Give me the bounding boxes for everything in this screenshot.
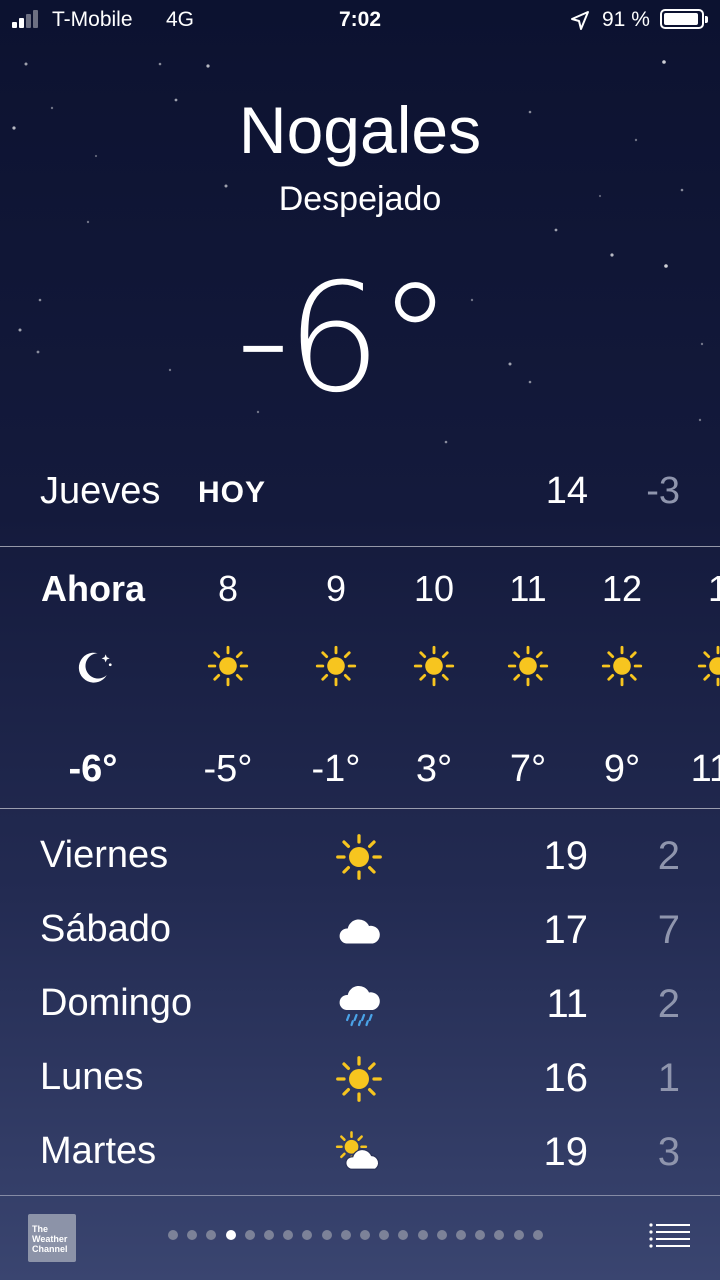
page-dot[interactable]	[264, 1230, 274, 1240]
page-dot[interactable]	[494, 1230, 505, 1240]
daily-low: 7	[657, 908, 680, 952]
daily-row: Viernes 19 2	[0, 828, 720, 902]
page-dot[interactable]	[436, 1230, 447, 1240]
page-dot[interactable]	[532, 1230, 543, 1240]
page-dot[interactable]	[283, 1230, 294, 1240]
hourly-time: 1	[707, 568, 720, 609]
sun-icon	[168, 644, 288, 704]
daily-high: 19	[543, 834, 589, 878]
location-arrow-icon	[571, 11, 589, 30]
page-dot[interactable]	[379, 1230, 390, 1240]
weather-channel-logo[interactable]: The Weather Channel	[28, 1214, 76, 1262]
sun-icon	[334, 1054, 388, 1104]
daily-low: 3	[657, 1130, 680, 1174]
daily-high: 11	[546, 982, 588, 1026]
daily-day-name: Sábado	[40, 908, 172, 950]
daily-row: Domingo 11 2	[0, 976, 720, 1050]
today-high: 14	[545, 470, 588, 512]
hourly-temperature: -6°	[68, 748, 118, 790]
daily-day-name: Domingo	[40, 982, 193, 1024]
page-dot[interactable]	[398, 1230, 409, 1240]
page-dot[interactable]	[321, 1230, 332, 1240]
hourly-item: 1 11°	[658, 568, 720, 791]
page-dot[interactable]	[475, 1230, 486, 1240]
hourly-item: Ahora -6°	[33, 568, 153, 791]
daily-low: 1	[657, 1056, 680, 1100]
divider-footer	[0, 1195, 720, 1196]
daily-low: 2	[657, 982, 680, 1026]
list-icon[interactable]	[648, 1222, 690, 1250]
daily-high: 19	[543, 1130, 589, 1174]
page-dot[interactable]	[168, 1230, 178, 1240]
page-dot[interactable]	[360, 1230, 370, 1240]
rain-cloud-icon	[334, 980, 388, 1030]
page-dot[interactable]	[187, 1230, 198, 1240]
cloud-icon	[334, 906, 388, 956]
today-tag: HOY	[198, 476, 267, 509]
page-dot[interactable]	[340, 1230, 351, 1240]
current-temperature: -6°	[236, 252, 453, 426]
hourly-time: Ahora	[40, 568, 145, 609]
page-dot[interactable]	[244, 1230, 255, 1240]
battery-icon	[660, 9, 708, 29]
sun-icon	[658, 644, 720, 704]
divider-bottom	[0, 808, 720, 809]
daily-row: Martes 19 3	[0, 1124, 720, 1198]
sun-icon	[334, 832, 388, 882]
daily-day-name: Viernes	[40, 834, 169, 876]
page-dot[interactable]	[225, 1230, 236, 1240]
daily-row: Sábado 17 7	[0, 902, 720, 976]
daily-low: 2	[657, 834, 680, 878]
city-name: Nogales	[238, 93, 482, 167]
today-day-name: Jueves	[40, 470, 161, 512]
page-dot[interactable]	[302, 1230, 313, 1240]
daily-high: 16	[543, 1056, 589, 1100]
logo-text: The	[32, 1224, 49, 1234]
hourly-temperature: 11°	[690, 748, 720, 790]
hourly-temperature: -5°	[203, 748, 253, 790]
hourly-item: 8 -5°	[168, 568, 288, 791]
current-condition: Despejado	[278, 180, 442, 218]
daily-day-name: Lunes	[40, 1056, 144, 1098]
page-dot[interactable]	[417, 1230, 428, 1240]
page-dot[interactable]	[456, 1230, 466, 1240]
today-low: -3	[646, 470, 680, 512]
logo-text: Channel	[32, 1244, 68, 1254]
hourly-time: 8	[217, 568, 239, 609]
daily-day-name: Martes	[40, 1130, 157, 1172]
page-dot[interactable]	[513, 1230, 524, 1240]
partly-cloudy-icon	[334, 1128, 388, 1178]
daily-high: 17	[543, 908, 589, 952]
moon-stars-icon	[33, 644, 153, 704]
status-bar: T-Mobile 4G 7:02 91 %	[0, 0, 720, 40]
page-dot[interactable]	[206, 1230, 217, 1240]
logo-text: Weather	[32, 1234, 68, 1244]
divider-top	[0, 546, 720, 547]
battery-percent: 91 %	[602, 8, 650, 31]
daily-row: Lunes 16 1	[0, 1050, 720, 1124]
